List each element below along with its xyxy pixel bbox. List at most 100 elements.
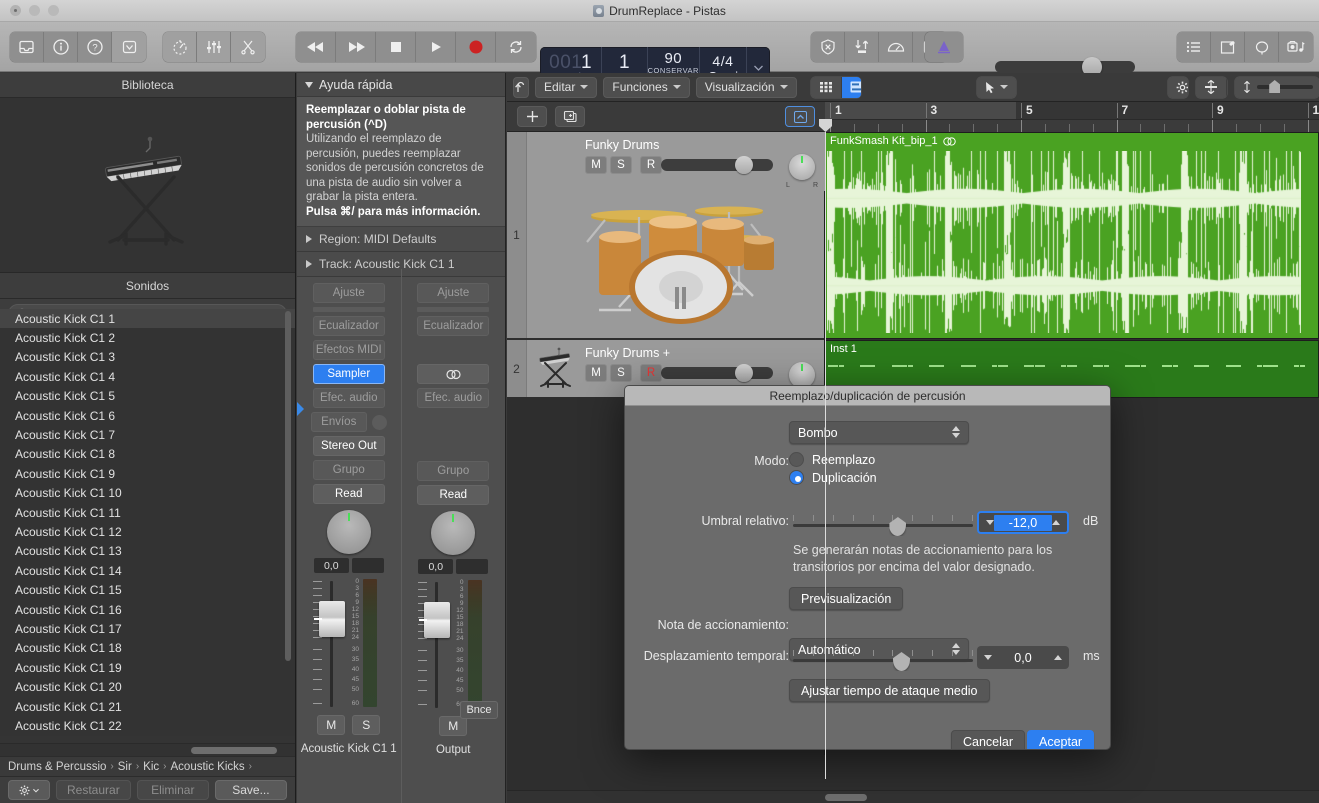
menu-visualizacion[interactable]: Visualización <box>696 77 797 98</box>
stepper-up-icon[interactable] <box>1052 520 1060 525</box>
grid-view-toggle[interactable] <box>811 77 842 98</box>
arrange-gear-button[interactable] <box>1168 77 1188 98</box>
disclosure-triangle-icon[interactable] <box>306 235 312 243</box>
library-scrollbar[interactable] <box>285 311 291 799</box>
add-track-button[interactable] <box>517 106 547 127</box>
volume-fader[interactable] <box>424 602 450 638</box>
list-item[interactable]: Acoustic Kick C1 2 <box>0 328 295 347</box>
mute-button[interactable]: M <box>439 716 467 736</box>
list-item[interactable]: Acoustic Kick C1 1 <box>0 309 295 328</box>
list-item[interactable]: Acoustic Kick C1 20 <box>0 677 295 696</box>
menu-funciones[interactable]: Funciones <box>603 77 689 98</box>
midi-fx-button[interactable]: Efectos MIDI <box>313 340 385 360</box>
chevron-down-icon[interactable] <box>112 32 146 62</box>
low-latency-icon[interactable] <box>811 32 845 62</box>
browser-icon[interactable] <box>1279 32 1313 62</box>
fader-rail[interactable] <box>330 581 333 707</box>
pan-knob[interactable] <box>327 510 371 554</box>
output-button[interactable]: Stereo Out <box>313 436 385 456</box>
setting-button[interactable]: Ajuste <box>313 283 385 303</box>
track-pan-knob[interactable] <box>789 154 815 180</box>
list-item[interactable]: Acoustic Kick C1 11 <box>0 503 295 522</box>
sounds-list[interactable]: Acoustic Kick C1 1Acoustic Kick C1 2Acou… <box>0 309 295 736</box>
audio-fx-button[interactable]: Efec. audio <box>313 388 385 408</box>
eq-button[interactable]: Ecualizador <box>313 316 385 336</box>
track-header-config-button[interactable] <box>785 106 815 127</box>
track-solo-button[interactable]: S <box>610 364 632 382</box>
attack-time-button[interactable]: Ajustar tiempo de ataque medio <box>789 679 990 702</box>
library-scroll-thumb[interactable] <box>285 311 291 661</box>
bounce-button[interactable]: Bnce <box>460 701 498 719</box>
time-offset-value[interactable]: 0,0 <box>992 651 1054 665</box>
record-icon[interactable] <box>456 32 496 62</box>
list-item[interactable]: Acoustic Kick C1 10 <box>0 484 295 503</box>
volume-fader[interactable] <box>319 601 345 637</box>
time-offset-slider[interactable] <box>793 646 973 668</box>
list-item[interactable]: Acoustic Kick C1 21 <box>0 697 295 716</box>
play-icon[interactable] <box>416 32 456 62</box>
radio-reemplazo[interactable] <box>789 452 804 467</box>
pan-value[interactable]: 0,0 <box>418 559 453 574</box>
forward-icon[interactable] <box>336 32 376 62</box>
sends-button[interactable]: Envíos <box>311 412 367 432</box>
rewind-icon[interactable] <box>296 32 336 62</box>
group-button[interactable]: Grupo <box>313 460 385 480</box>
breadcrumb[interactable]: Drums & Percussio›Sir›Kic›Acoustic Kicks… <box>0 756 295 776</box>
mode-option-reemplazo[interactable]: Reemplazo <box>789 452 875 467</box>
vertical-zoom-slider[interactable] <box>1235 77 1319 98</box>
radio-duplicacion[interactable] <box>789 470 804 485</box>
stepper-down-icon[interactable] <box>986 520 994 525</box>
automation-button[interactable]: Read <box>417 485 489 505</box>
cancel-button[interactable]: Cancelar <box>951 730 1025 750</box>
menu-editar[interactable]: Editar <box>535 77 597 98</box>
list-item[interactable]: Acoustic Kick C1 19 <box>0 658 295 677</box>
arrange-hscrollbar[interactable] <box>507 790 1319 803</box>
timeline-ruler[interactable]: 1357911 <box>825 102 1319 132</box>
list-item[interactable]: Acoustic Kick C1 8 <box>0 445 295 464</box>
accept-button[interactable]: Aceptar <box>1027 730 1094 750</box>
track-mute-button[interactable]: M <box>585 156 607 174</box>
solo-button[interactable]: S <box>352 715 380 735</box>
duplicate-track-button[interactable] <box>555 106 585 127</box>
smart-controls-icon[interactable] <box>163 32 197 62</box>
breadcrumb-item[interactable]: Kic <box>143 761 159 773</box>
mixer-icon[interactable] <box>197 32 231 62</box>
threshold-stepper[interactable]: -12,0 <box>977 511 1069 534</box>
send-knob[interactable] <box>372 415 387 430</box>
loops-icon[interactable] <box>1245 32 1279 62</box>
track-volume-slider[interactable] <box>661 367 773 379</box>
delete-button[interactable]: Eliminar <box>137 780 209 800</box>
track-volume-knob[interactable] <box>735 364 753 382</box>
library-gear-button[interactable] <box>8 780 50 800</box>
fader-rail[interactable] <box>435 582 438 708</box>
list-icon[interactable] <box>1177 32 1211 62</box>
disclosure-triangle-icon[interactable] <box>306 260 312 268</box>
track-volume-knob[interactable] <box>735 156 753 174</box>
preview-button[interactable]: Previsualización <box>789 587 903 610</box>
setting-button[interactable]: Ajuste <box>417 283 489 303</box>
scissors-icon[interactable] <box>231 32 265 62</box>
list-item[interactable]: Acoustic Kick C1 9 <box>0 464 295 483</box>
stepper-down-icon[interactable] <box>984 655 992 660</box>
inspector-region-row[interactable]: Region: MIDI Defaults <box>297 227 505 252</box>
notes-icon[interactable] <box>1211 32 1245 62</box>
list-item[interactable]: Acoustic Kick C1 3 <box>0 348 295 367</box>
slider-thumb[interactable] <box>893 652 910 671</box>
track-volume-slider[interactable] <box>661 159 773 171</box>
track-record-button[interactable]: R <box>640 364 662 382</box>
io-icon[interactable] <box>845 32 879 62</box>
audio-region[interactable]: FunkSmash Kit_bip_1 <box>825 132 1319 339</box>
cycle-icon[interactable] <box>496 32 536 62</box>
instrument-slot-button[interactable]: Sampler <box>313 364 385 384</box>
disclosure-triangle-icon[interactable] <box>305 82 313 88</box>
automation-button[interactable]: Read <box>313 484 385 504</box>
quick-help-header[interactable]: Ayuda rápida <box>297 73 505 97</box>
list-item[interactable]: Acoustic Kick C1 15 <box>0 580 295 599</box>
track-solo-button[interactable]: S <box>610 156 632 174</box>
restore-button[interactable]: Restaurar <box>56 780 131 800</box>
list-item[interactable]: Acoustic Kick C1 12 <box>0 522 295 541</box>
pan-value[interactable]: 0,0 <box>314 558 349 573</box>
list-item[interactable]: Acoustic Kick C1 7 <box>0 425 295 444</box>
tuner-icon[interactable] <box>925 32 963 62</box>
stop-icon[interactable] <box>376 32 416 62</box>
